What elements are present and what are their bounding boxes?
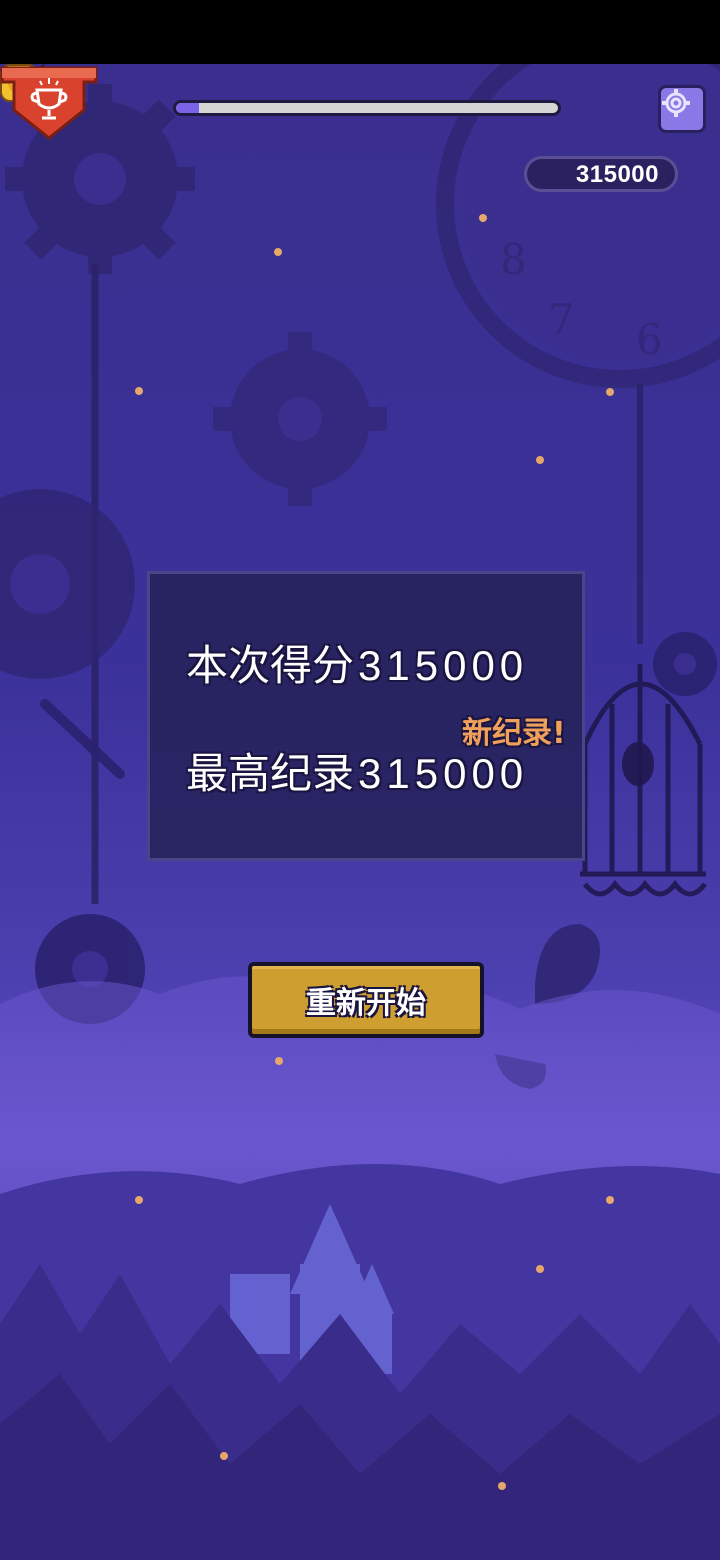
settings-button[interactable] xyxy=(658,85,706,133)
trophy-icon xyxy=(0,66,98,140)
coin-counter: 315000 xyxy=(524,156,678,192)
svg-text:7: 7 xyxy=(548,295,575,344)
svg-text:8: 8 xyxy=(500,235,527,284)
current-score-label: 本次得分 xyxy=(186,642,355,689)
status-bar xyxy=(0,0,720,64)
restart-button[interactable]: 重新开始 xyxy=(248,962,484,1038)
gear-icon xyxy=(662,89,690,117)
level-progress-fill xyxy=(176,103,199,113)
game-scene: 6 7 8 315000 本次得分315000 新纪录! 最高纪录315000 … xyxy=(0,64,720,1560)
svg-text:6: 6 xyxy=(636,315,663,364)
level-progress-bar xyxy=(173,100,561,116)
current-score-row: 本次得分315000 xyxy=(186,632,528,693)
best-score-row: 最高纪录315000 xyxy=(186,740,528,801)
best-score-label: 最高纪录 xyxy=(186,750,355,797)
restart-button-label: 重新开始 xyxy=(306,986,426,1021)
best-score-value: 315000 xyxy=(358,750,529,797)
current-score-value: 315000 xyxy=(358,642,529,689)
coin-count: 315000 xyxy=(575,161,659,188)
